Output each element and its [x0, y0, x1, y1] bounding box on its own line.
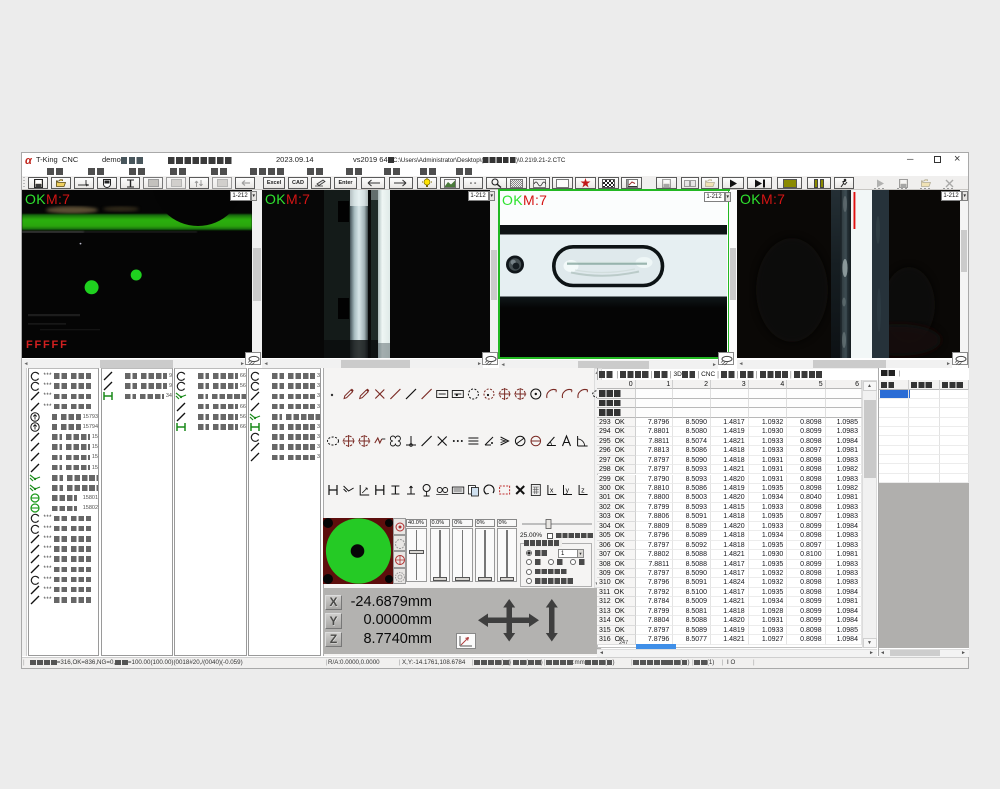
svg-text:z: z	[581, 488, 585, 495]
svg-text:FFFFF: FFFFF	[26, 339, 69, 351]
svg-text:y: y	[566, 488, 570, 495]
svg-text:x: x	[550, 488, 554, 495]
